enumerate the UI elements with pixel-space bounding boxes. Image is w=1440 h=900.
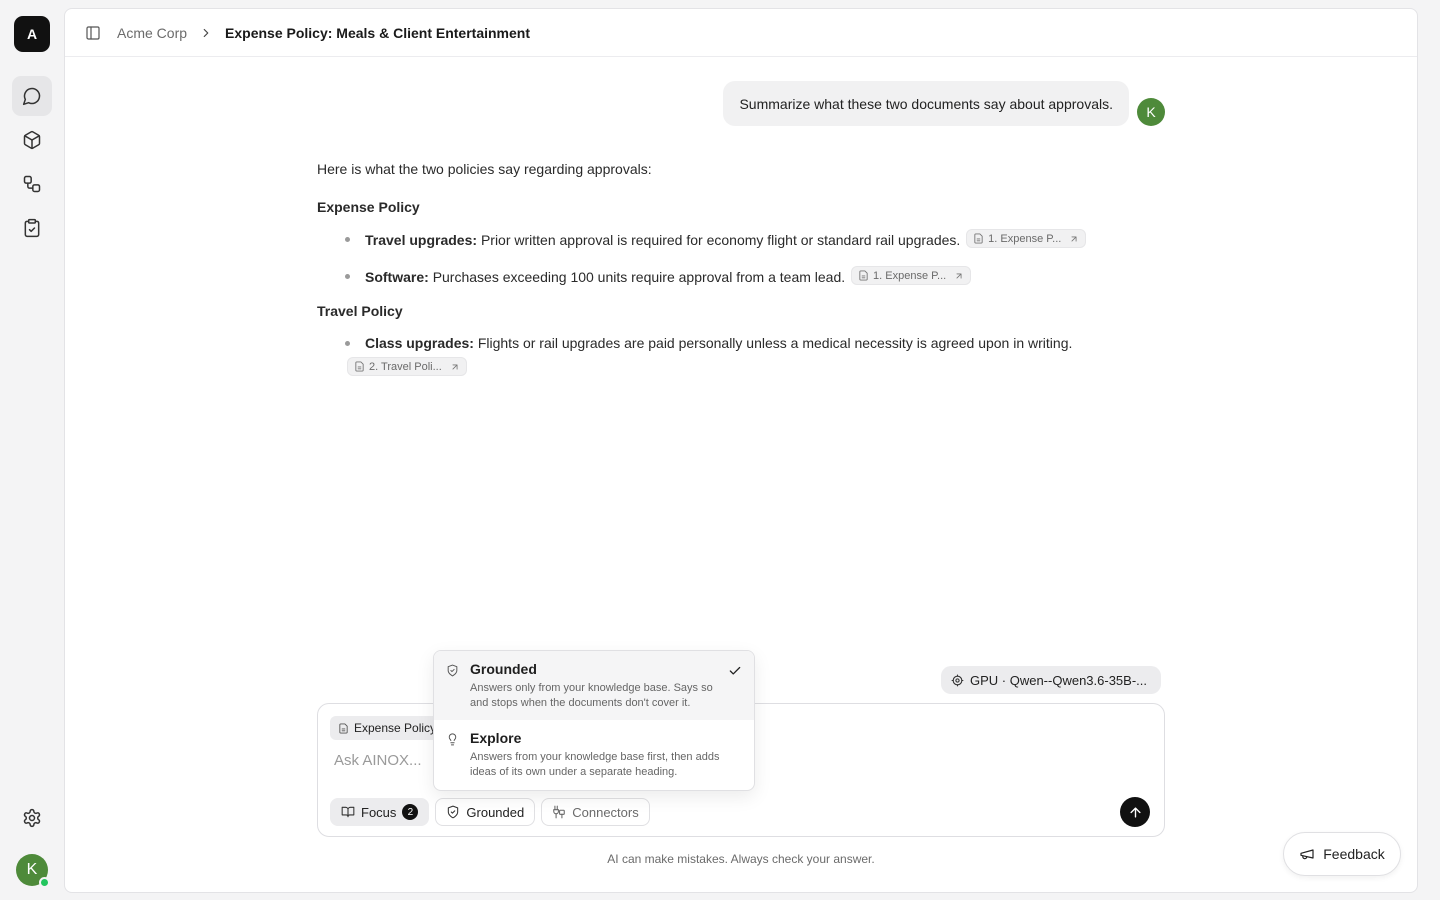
document-icon: [338, 722, 349, 734]
megaphone-icon: [1299, 846, 1315, 862]
user-avatar-button[interactable]: K: [16, 854, 50, 888]
online-status-dot: [39, 877, 50, 888]
section-heading: Expense Policy: [317, 199, 420, 215]
app-logo[interactable]: A: [14, 16, 50, 52]
section-heading: Travel Policy: [317, 303, 403, 319]
sidebar-toggle-icon[interactable]: [85, 25, 101, 41]
option-description: Answers from your knowledge base first, …: [470, 751, 720, 778]
breadcrumb-parent[interactable]: Acme Corp: [117, 25, 187, 41]
document-icon: [973, 233, 984, 244]
mode-button[interactable]: Grounded: [435, 798, 536, 826]
document-icon: [354, 361, 365, 372]
list-item: Travel upgrades: Prior written approval …: [317, 229, 1117, 250]
focus-button[interactable]: Focus 2: [330, 798, 430, 826]
item-text: Flights or rail upgrades are paid person…: [477, 335, 1073, 351]
focus-count-badge: 2: [402, 804, 419, 820]
citation-label: 2. Travel Poli...: [369, 360, 442, 373]
send-button[interactable]: [1120, 797, 1150, 827]
gpu-icon: [951, 674, 964, 687]
option-title: Grounded: [470, 661, 537, 677]
option-title: Explore: [470, 730, 522, 746]
feedback-label: Feedback: [1323, 846, 1385, 862]
user-message-text: Summarize what these two documents say a…: [739, 95, 1113, 112]
connectors-label: Connectors: [572, 804, 639, 820]
citation-chip[interactable]: 1. Expense P...: [851, 266, 972, 285]
book-open-icon: [341, 805, 355, 819]
mode-option-grounded[interactable]: Grounded Answers only from your knowledg…: [434, 651, 754, 720]
mode-label: Grounded: [466, 804, 525, 820]
nav-models-button[interactable]: [12, 120, 52, 160]
arrow-up-icon: [1128, 805, 1143, 820]
workflow-icon: [22, 174, 42, 194]
citation-chip[interactable]: 2. Travel Poli...: [347, 357, 467, 376]
avatar-initial: K: [26, 861, 38, 878]
attached-document-label: Expense Policy: [354, 721, 437, 735]
answer-intro: Here is what the two policies say regard…: [317, 161, 652, 177]
mode-option-explore[interactable]: Explore Answers from your knowledge base…: [434, 720, 754, 788]
rail-nav: [12, 72, 52, 248]
citation-label: 1. Expense P...: [988, 232, 1062, 245]
item-label: Travel upgrades:: [365, 232, 478, 248]
gear-icon: [22, 808, 42, 828]
rail-bottom: K: [12, 794, 52, 888]
list-item: Software: Purchases exceeding 100 units …: [317, 266, 1117, 287]
user-message-avatar: K: [1137, 98, 1165, 126]
item-text: Purchases exceeding 100 units require ap…: [432, 269, 846, 285]
list-item: Class upgrades: Flights or rail upgrades…: [317, 333, 1117, 376]
citation-label: 1. Expense P...: [873, 269, 947, 282]
clipboard-check-icon: [22, 218, 42, 238]
chat-icon: [22, 86, 42, 106]
user-message-initial: K: [1146, 104, 1156, 120]
section-list: Travel upgrades: Prior written approval …: [317, 229, 1117, 287]
citation-chip[interactable]: 1. Expense P...: [966, 229, 1087, 248]
option-description: Answers only from your knowledge base. S…: [470, 682, 713, 709]
lightbulb-icon: [446, 733, 459, 746]
connectors-button[interactable]: Connectors: [541, 798, 650, 826]
item-label: Software:: [365, 269, 429, 285]
disclaimer-text: AI can make mistakes. Always check your …: [607, 852, 875, 866]
model-selector-label: GPU · Qwen--Qwen3.6-35B-...: [970, 672, 1147, 688]
left-rail: A K: [0, 0, 64, 900]
assistant-answer: Here is what the two policies say regard…: [317, 159, 1117, 392]
top-bar: Acme Corp Expense Policy: Meals & Client…: [65, 9, 1417, 57]
settings-button[interactable]: [12, 798, 52, 838]
chevron-right-icon: [199, 26, 213, 40]
item-text: Prior written approval is required for e…: [480, 232, 961, 248]
document-icon: [858, 270, 869, 281]
nav-workflows-button[interactable]: [12, 164, 52, 204]
item-label: Class upgrades:: [365, 335, 474, 351]
nav-tasks-button[interactable]: [12, 208, 52, 248]
model-selector[interactable]: GPU · Qwen--Qwen3.6-35B-...: [941, 666, 1161, 694]
section-list: Class upgrades: Flights or rail upgrades…: [317, 333, 1117, 376]
shield-check-icon: [446, 805, 460, 819]
connectors-icon: [552, 805, 566, 819]
breadcrumb-current: Expense Policy: Meals & Client Entertain…: [225, 24, 531, 41]
arrow-up-right-icon: [954, 271, 964, 281]
composer-toolbar: Focus 2 Grounded Connectors: [330, 798, 650, 826]
attached-document-chip[interactable]: Expense Policy: [330, 716, 445, 740]
mode-dropdown-menu: Grounded Answers only from your knowledg…: [433, 650, 755, 791]
arrow-up-right-icon: [450, 362, 460, 372]
check-icon: [728, 664, 742, 678]
shield-check-icon: [446, 664, 459, 677]
nav-chat-button[interactable]: [12, 76, 52, 116]
cube-icon: [22, 130, 42, 150]
focus-label: Focus: [361, 804, 397, 820]
user-message-bubble: Summarize what these two documents say a…: [723, 81, 1129, 126]
feedback-button[interactable]: Feedback: [1283, 832, 1401, 876]
arrow-up-right-icon: [1069, 234, 1079, 244]
